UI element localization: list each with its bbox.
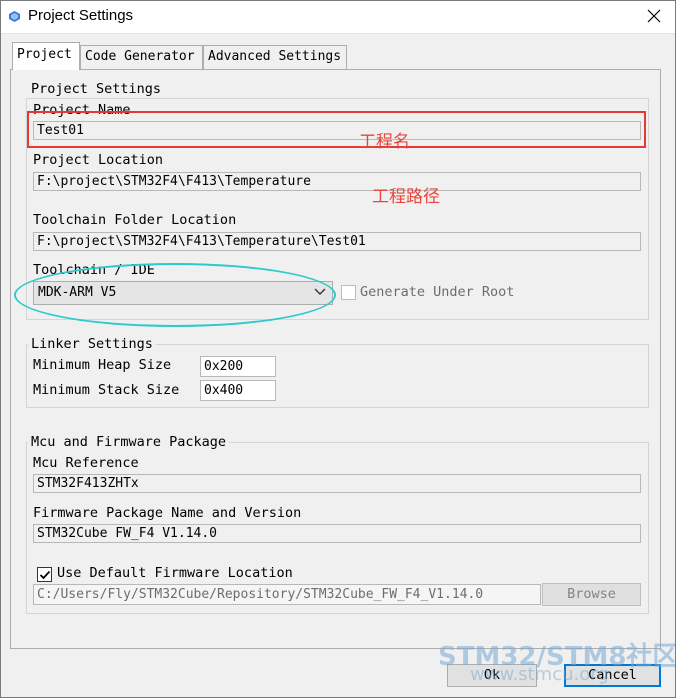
project-location-field[interactable]: F:\project\STM32F4\F413\Temperature: [33, 172, 641, 191]
min-heap-size-label: Minimum Heap Size: [33, 357, 172, 373]
min-stack-size-input[interactable]: 0x400: [200, 380, 276, 401]
use-default-firmware-checkbox[interactable]: [37, 567, 52, 582]
toolchain-highlight-ellipse: [14, 263, 336, 327]
project-path-note: 工程路径: [372, 187, 440, 207]
tab-code-generator[interactable]: Code Generator: [80, 45, 203, 69]
app-icon: [9, 11, 20, 22]
firmware-package-field[interactable]: STM32Cube FW_F4 V1.14.0: [33, 524, 641, 543]
linker-settings-group-title: Linker Settings: [28, 336, 156, 352]
project-name-note: 工程名: [359, 132, 410, 152]
browse-button[interactable]: Browse: [542, 583, 641, 606]
mcu-reference-field[interactable]: STM32F413ZHTx: [33, 474, 641, 493]
use-default-firmware-label: Use Default Firmware Location: [57, 565, 293, 581]
watermark-url: www.stmcu.org: [470, 664, 609, 685]
project-settings-group-title: Project Settings: [28, 81, 165, 97]
generate-under-root-checkbox[interactable]: [341, 285, 356, 300]
project-name-highlight-box: [27, 111, 646, 148]
firmware-location-field[interactable]: C:/Users/Fly/STM32Cube/Repository/STM32C…: [33, 584, 541, 605]
toolchain-folder-field[interactable]: F:\project\STM32F4\F413\Temperature\Test…: [33, 232, 641, 251]
window-title: Project Settings: [28, 7, 134, 24]
min-heap-size-input[interactable]: 0x200: [200, 356, 276, 377]
checkmark-icon: [39, 570, 50, 579]
generate-under-root-label: Generate Under Root: [360, 284, 515, 300]
tab-advanced-settings[interactable]: Advanced Settings: [203, 45, 347, 69]
firmware-package-label: Firmware Package Name and Version: [33, 505, 302, 521]
mcu-reference-label: Mcu Reference: [33, 455, 139, 471]
min-stack-size-label: Minimum Stack Size: [33, 382, 180, 398]
close-button[interactable]: [640, 4, 668, 28]
toolchain-folder-label: Toolchain Folder Location: [33, 212, 237, 228]
project-location-label: Project Location: [33, 152, 164, 168]
close-icon: [647, 9, 661, 23]
tab-project[interactable]: Project: [12, 42, 80, 70]
linker-settings-group: [26, 344, 649, 408]
mcu-firmware-group-title: Mcu and Firmware Package: [28, 434, 230, 450]
